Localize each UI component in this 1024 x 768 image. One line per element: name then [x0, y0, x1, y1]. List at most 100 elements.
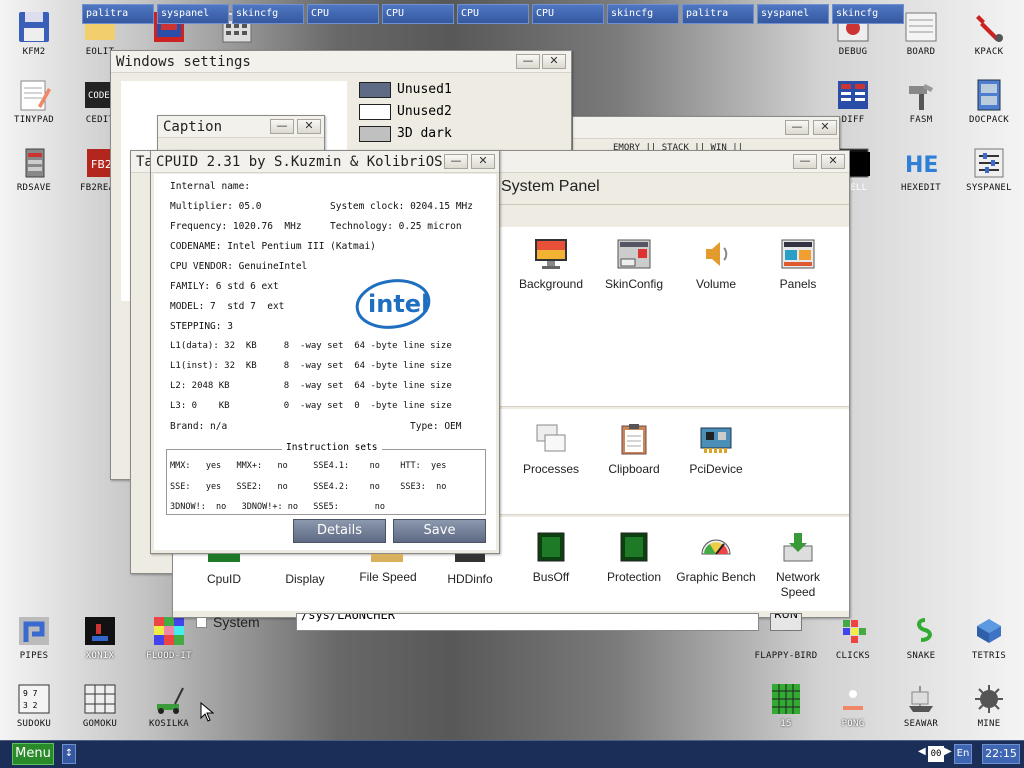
- syspanel-item-display[interactable]: Display: [265, 572, 345, 587]
- syspanel-item-label: File Speed: [359, 570, 417, 584]
- ship-icon: [903, 682, 939, 716]
- close-button[interactable]: ✕: [542, 54, 566, 69]
- syspanel-item-protection[interactable]: Protection: [594, 530, 674, 585]
- task-label: syspanel: [161, 8, 210, 19]
- l3: L3: 0 KB 0 -way set 0 -byte line size: [170, 401, 452, 411]
- mouse-cursor-icon: [200, 701, 215, 725]
- task-label: CPU: [386, 8, 405, 19]
- syspanel-item-skinconfig[interactable]: SkinConfig: [594, 237, 674, 292]
- task-button[interactable]: syspanel: [157, 4, 229, 24]
- desktop-icon-kfm2[interactable]: KFM2: [2, 10, 66, 57]
- color-swatch-unused1[interactable]: [359, 82, 391, 98]
- l1-inst: L1(inst): 32 KB 8 -way set 64 -byte line…: [170, 361, 452, 371]
- task-button[interactable]: skincfg: [607, 4, 679, 24]
- syspanel-item-hddinfo[interactable]: HDDinfo: [430, 572, 510, 587]
- system-checkbox[interactable]: [196, 617, 207, 628]
- save-button[interactable]: Save: [393, 519, 486, 543]
- desktop-icon-pong[interactable]: PONG: [821, 682, 885, 729]
- svg-text:9 7: 9 7: [23, 689, 38, 698]
- clicks-icon: [835, 614, 871, 648]
- desktop-icon-kosilka[interactable]: KOSILKA: [137, 682, 201, 729]
- color-swatch-unused2[interactable]: [359, 104, 391, 120]
- sudoku-icon: 9 73 2: [16, 682, 52, 716]
- syspanel-item-file-speed[interactable]: File Speed: [352, 570, 424, 585]
- task-button[interactable]: palitra: [682, 4, 754, 24]
- close-button[interactable]: ✕: [471, 154, 495, 169]
- clipboard-icon: [616, 422, 652, 456]
- download-icon: [780, 530, 816, 564]
- close-button[interactable]: ✕: [297, 119, 321, 134]
- system-panel-title: System Panel: [501, 178, 600, 195]
- task-button[interactable]: palitra: [82, 4, 154, 24]
- frequency: Frequency: 1020.76 MHz: [170, 221, 302, 232]
- minimize-button[interactable]: —: [270, 119, 294, 134]
- syspanel-item-busoff[interactable]: BusOff: [511, 530, 591, 585]
- sliders-icon: [971, 146, 1007, 180]
- save-button-label: Save: [423, 523, 456, 538]
- desktop-icon-hexedit[interactable]: HE HEXEDIT: [889, 146, 953, 193]
- instr-row-1: MMX: yes MMX+: no SSE4.1: no HTT: yes: [170, 461, 447, 471]
- minimize-button[interactable]: —: [516, 54, 540, 69]
- task-button[interactable]: CPU: [457, 4, 529, 24]
- syspanel-item-processes[interactable]: Processes: [511, 422, 591, 477]
- color-swatch-3d-dark[interactable]: [359, 126, 391, 142]
- desktop-icon-xonix[interactable]: XONIX: [68, 614, 132, 661]
- task-switch-icon[interactable]: ↕: [62, 744, 76, 764]
- syspanel-item-network-speed[interactable]: Network Speed: [758, 530, 838, 600]
- close-button[interactable]: ✕: [813, 120, 837, 135]
- instr-row-3: 3DNOW!: no 3DNOW!+: no SSE5: no: [170, 502, 385, 512]
- syspanel-item-graphic-bench[interactable]: Graphic Bench: [676, 530, 756, 585]
- desktop-icon-tetris[interactable]: TETRIS: [957, 614, 1021, 661]
- counter-value: 00: [930, 749, 942, 759]
- clock[interactable]: 22:15: [982, 744, 1020, 764]
- caption-title: Caption: [163, 118, 223, 135]
- minimize-button[interactable]: —: [785, 120, 809, 135]
- desktop-icon-flood-it[interactable]: FLOOD-IT: [137, 614, 201, 661]
- desktop-icon-seawar[interactable]: SEAWAR: [889, 682, 953, 729]
- syspanel-item-clipboard[interactable]: Clipboard: [594, 422, 674, 477]
- run-button[interactable]: RUN: [770, 613, 802, 631]
- instr-row-2: SSE: yes SSE2: no SSE4.2: no SSE3: no: [170, 482, 447, 492]
- desktop-icon-docpack[interactable]: DOCPACK: [957, 78, 1021, 125]
- task-button[interactable]: skincfg: [832, 4, 904, 24]
- desktop-icon-kpack[interactable]: KPACK: [957, 10, 1021, 57]
- scroll-right-icon[interactable]: ▶: [944, 746, 952, 757]
- task-button[interactable]: CPU: [382, 4, 454, 24]
- syspanel-item-volume[interactable]: Volume: [676, 237, 756, 292]
- diff-icon: [835, 78, 871, 112]
- desktop-icon-snake[interactable]: SNAKE: [889, 614, 953, 661]
- desktop-icon-syspanel[interactable]: SYSPANEL: [957, 146, 1021, 193]
- syspanel-item-background[interactable]: Background: [511, 237, 591, 292]
- task-button[interactable]: CPU: [532, 4, 604, 24]
- desktop-icon-clicks[interactable]: CLICKS: [821, 614, 885, 661]
- close-button[interactable]: ✕: [821, 154, 845, 169]
- desktop-icon-tinypad[interactable]: TINYPAD: [2, 78, 66, 125]
- syspanel-item-pcidevice[interactable]: PciDevice: [676, 422, 756, 477]
- speaker-icon: [698, 237, 734, 271]
- task-button[interactable]: CPU: [307, 4, 379, 24]
- minimize-button[interactable]: —: [444, 154, 468, 169]
- desktop-icon-gomoku[interactable]: GOMOKU: [68, 682, 132, 729]
- menu-button[interactable]: Menu: [12, 743, 54, 765]
- syspanel-item-cpuid[interactable]: CpuID: [184, 572, 264, 587]
- task-button[interactable]: syspanel: [757, 4, 829, 24]
- desktop-icon-sudoku[interactable]: 9 73 2 SUDOKU: [2, 682, 66, 729]
- flood-icon: [151, 614, 187, 648]
- syspanel-item-panels[interactable]: Panels: [758, 237, 838, 292]
- caption-window[interactable]: Caption — ✕: [157, 115, 325, 155]
- desktop-icon-rdsave[interactable]: RDSAVE: [2, 146, 66, 193]
- desktop-icon-mine[interactable]: MINE: [957, 682, 1021, 729]
- details-button[interactable]: Details: [293, 519, 386, 543]
- mine-icon: [971, 682, 1007, 716]
- intel-logo: intel: [354, 278, 432, 330]
- scroll-left-icon[interactable]: ◀: [918, 746, 926, 757]
- technology: Technology: 0.25 micron: [330, 221, 462, 232]
- desktop-icon-fasm[interactable]: FASM: [889, 78, 953, 125]
- task-button[interactable]: skincfg: [232, 4, 304, 24]
- language-indicator[interactable]: En: [954, 744, 972, 764]
- desktop-icon-pipes[interactable]: PIPES: [2, 614, 66, 661]
- path-input[interactable]: /sys/LAUNCHER: [296, 613, 759, 631]
- windows-settings-titlebar[interactable]: Windows settings: [111, 51, 571, 73]
- minimize-button[interactable]: —: [793, 154, 817, 169]
- desktop-icon-15[interactable]: 15: [754, 682, 818, 729]
